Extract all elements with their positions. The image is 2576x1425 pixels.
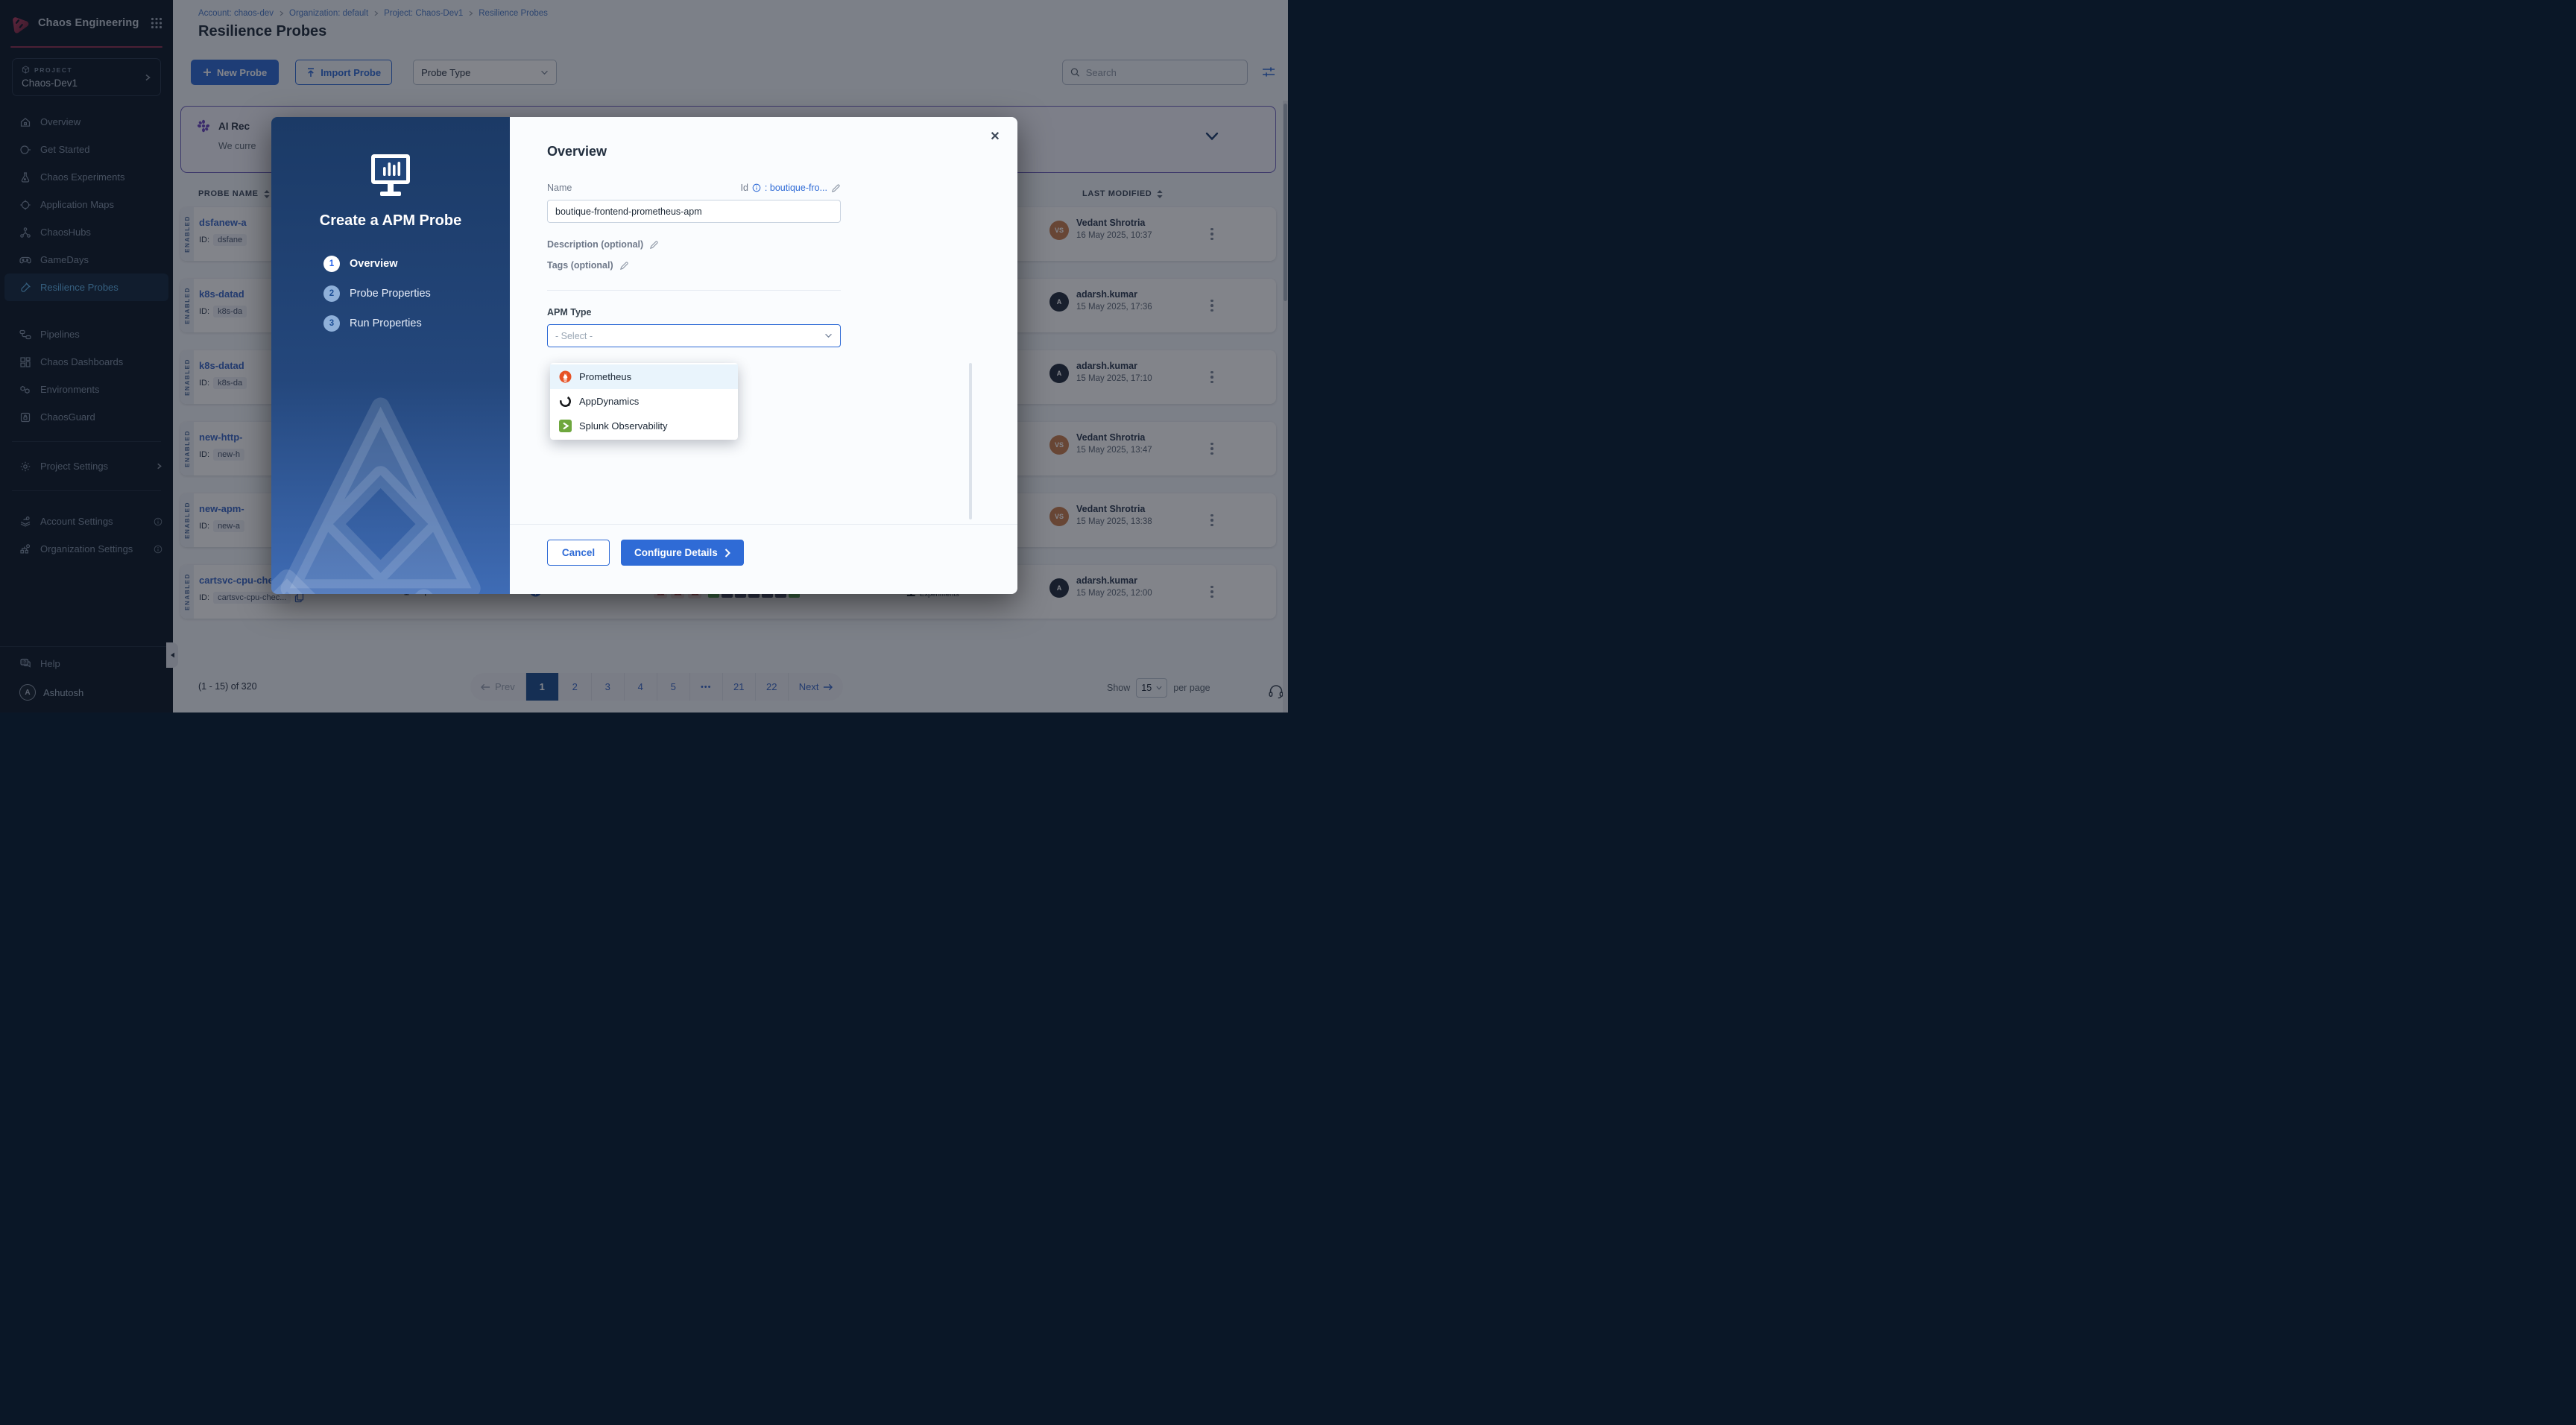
edit-pencil-icon xyxy=(649,240,659,250)
appdynamics-icon xyxy=(559,395,572,408)
close-icon[interactable]: ✕ xyxy=(988,129,1003,144)
edit-pencil-icon[interactable] xyxy=(831,183,841,193)
name-label: Name xyxy=(547,183,572,193)
cancel-button[interactable]: Cancel xyxy=(547,540,610,566)
prometheus-icon xyxy=(559,370,572,383)
step-overview[interactable]: 1 Overview xyxy=(323,256,431,272)
create-apm-probe-modal: Create a APM Probe 1 Overview 2 Probe Pr… xyxy=(271,117,1017,594)
app-root: Chaos Engineering PROJECT Chaos-Dev1 Ove xyxy=(0,0,1288,712)
overview-heading: Overview xyxy=(547,144,607,159)
modal-footer-divider xyxy=(510,524,1017,525)
brand-watermark xyxy=(271,391,522,594)
option-splunk-observability[interactable]: Splunk Observability xyxy=(550,414,738,438)
description-toggle[interactable]: Description (optional) xyxy=(547,239,841,250)
option-prometheus[interactable]: Prometheus xyxy=(550,364,738,389)
apm-type-label: APM Type xyxy=(547,307,841,317)
wizard-steps: 1 Overview 2 Probe Properties 3 Run Prop… xyxy=(323,256,431,332)
modal-right-panel: ✕ Overview Name Id : boutique-fro... Des… xyxy=(510,117,1017,594)
chevron-right-icon xyxy=(724,549,730,557)
edit-pencil-icon xyxy=(619,261,629,271)
tags-toggle[interactable]: Tags (optional) xyxy=(547,260,841,271)
modal-title: Create a APM Probe xyxy=(271,212,510,230)
splunk-icon xyxy=(559,420,572,432)
modal-left-panel: Create a APM Probe 1 Overview 2 Probe Pr… xyxy=(271,117,510,594)
id-label: Id xyxy=(740,183,748,193)
apm-monitor-illustration-icon xyxy=(367,153,414,199)
step-probe-properties[interactable]: 2 Probe Properties xyxy=(323,285,431,302)
form-scrollbar[interactable] xyxy=(969,363,972,519)
step-run-properties[interactable]: 3 Run Properties xyxy=(323,315,431,332)
info-icon[interactable] xyxy=(752,183,761,192)
configure-details-button[interactable]: Configure Details xyxy=(621,540,744,566)
probe-name-input[interactable] xyxy=(547,200,841,223)
overview-form: Name Id : boutique-fro... Description (o… xyxy=(547,183,841,347)
apm-type-select[interactable]: - Select - xyxy=(547,324,841,347)
id-value: : boutique-fro... xyxy=(765,183,827,193)
option-appdynamics[interactable]: AppDynamics xyxy=(550,389,738,414)
apm-type-dropdown: Prometheus AppDynamics Splunk Observabil… xyxy=(550,363,738,440)
form-divider xyxy=(547,290,841,291)
chevron-down-icon xyxy=(824,333,833,338)
